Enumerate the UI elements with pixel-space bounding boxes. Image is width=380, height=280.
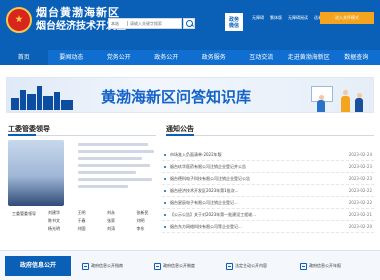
qr-label: 政务 微信 [228,17,239,29]
leader-name-link[interactable]: 刘涛 [107,226,137,232]
list-item[interactable]: 烟台玖华医药有限公司注销企业登记并公告 2023-02-23 [162,161,374,173]
document-icon [82,262,89,270]
search-scope-select[interactable]: 本站 [111,19,127,28]
top-link-accessibility[interactable]: 无障碍 [252,15,264,21]
top-link-traditional[interactable]: 繁体版 [270,15,282,21]
disclosure-rules-link[interactable]: 政府信息公开制度 [154,259,195,273]
qa-knowledge-banner[interactable]: 黄渤海新区问答知识库 [6,77,374,113]
document-icon [300,262,307,270]
announcements-section-underline [166,134,374,136]
nav-home[interactable]: 首页 [0,50,48,65]
banner-title: 黄渤海新区问答知识库 [101,88,252,106]
nav-gov-affairs[interactable]: 政务公开 [143,50,191,65]
care-mode-button[interactable]: 进入关怀模式 [320,12,374,24]
search-icon[interactable] [183,18,195,29]
announcement-title: 烟台东方网络科技有限公司等企业登记... [170,224,242,229]
gov-info-bar: 政府信息公开 政府信息公开指南 政府信息公开制度 法定主动公开内容 政府信息公开… [0,250,380,280]
annual-report-label: 政府信息公开年报 [309,263,341,268]
leader-name-link[interactable]: 陈书文 [48,218,78,224]
announcement-date: 2023-02-22 [348,188,372,193]
announcement-date: 2023-02-20 [348,224,372,229]
nav-data-query[interactable]: 数据查询 [333,50,380,65]
leaders-section-title[interactable]: 工委管委领导 [8,124,50,134]
search-box: 本站 [108,18,182,29]
announcement-title: 市场准入负面清单-2022年版 [170,152,222,157]
announcements-section-title[interactable]: 通知公告 [166,124,194,134]
leader-name-link[interactable]: 刘国 [78,226,108,232]
disclosure-guide-link[interactable]: 政府信息公开指南 [82,259,123,273]
search-input[interactable] [130,19,180,28]
leader-name-link[interactable]: 杨光明 [48,226,78,232]
leader-photo[interactable] [8,140,64,206]
main-nav: 首页 要闻动态 党务公开 政务公开 政务服务 互动交流 走进黄渤海新区 数据查询 [0,50,380,65]
announcement-title: 烟台星辰电子有限公司注销企业登记... [170,200,238,205]
nav-about[interactable]: 走进黄渤海新区 [285,50,333,65]
announcement-list: 市场准入负面清单-2022年版 2023-02-24 烟台玖华医药有限公司注销企… [162,149,374,233]
announcement-title: 烟台玖华医药有限公司注销企业登记并公告 [170,164,246,169]
nav-news[interactable]: 要闻动态 [48,50,96,65]
disclosure-rules-label: 政府信息公开制度 [163,263,195,268]
list-item[interactable]: 市场准入负面清单-2022年版 2023-02-24 [162,149,374,161]
announcement-date: 2023-02-24 [348,152,372,157]
document-icon [226,262,233,270]
leader-name-link[interactable]: 于春 [78,218,108,224]
wechat-qr-icon[interactable]: 政务 微信 [224,12,244,32]
list-item[interactable]: 烟台星辰电子有限公司注销企业登记... 2023-02-22 [162,197,374,209]
gov-info-disclosure-tab[interactable]: 政府信息公开 [5,256,71,276]
document-icon [154,262,161,270]
people-illustration [307,82,369,112]
top-links: 无障碍 繁体版 无障碍阅读 适老模式 [252,15,330,21]
announcement-title: 【公示公告】关于对2023年第一批建设工程竣... [170,212,256,217]
leader-name-link[interactable]: 张家 [107,218,137,224]
search-divider [127,21,128,26]
top-link-barrier-free-reading[interactable]: 无障碍阅读 [288,15,308,21]
announcement-title: 烟台经济技术开发区2023年第1批次... [170,188,239,193]
leader-bio-text [78,143,158,192]
nav-gov-services[interactable]: 政务服务 [190,50,238,65]
list-item[interactable]: 烟台经济技术开发区2023年第1批次... 2023-02-22 [162,185,374,197]
announcement-date: 2023-02-22 [348,200,372,205]
announcement-date: 2023-02-23 [348,176,372,181]
leader-names-grid: 刘建华 王明 刘永 张新民 陈书文 于春 张家 刘明 杨光明 刘国 刘涛 李东 [48,210,166,232]
list-item[interactable]: 烟台德科电子科技有限公司注销企业登记公告 2023-02-23 [162,173,374,185]
leaders-section-underline [8,134,156,136]
disclosure-guide-label: 政府信息公开指南 [91,263,123,268]
national-emblem-icon [6,7,32,33]
leaders-label: 工委管委领导 [12,211,36,216]
annual-report-link[interactable]: 政府信息公开年报 [300,259,341,273]
leader-name-link[interactable]: 刘永 [107,210,137,216]
leader-name-link[interactable]: 王明 [78,210,108,216]
city-silhouette-illustration [11,84,81,110]
list-item[interactable]: 烟台东方网络科技有限公司等企业登记... 2023-02-20 [162,221,374,233]
list-item[interactable]: 【公示公告】关于对2023年第一批建设工程竣... 2023-02-21 [162,209,374,221]
announcement-date: 2023-02-23 [348,164,372,169]
site-header: 烟台黄渤海新区 烟台经济技术开发区 本站 政务微信 无障碍 繁体版 无障碍阅读 … [0,0,380,50]
leader-name-link[interactable]: 刘建华 [48,210,78,216]
nav-interaction[interactable]: 互动交流 [238,50,286,65]
announcement-date: 2023-02-21 [348,212,372,217]
announcement-title: 烟台德科电子科技有限公司注销企业登记公告 [170,176,250,181]
nav-party-affairs[interactable]: 党务公开 [95,50,143,65]
statutory-content-link[interactable]: 法定主动公开内容 [226,259,267,273]
statutory-content-label: 法定主动公开内容 [235,263,267,268]
